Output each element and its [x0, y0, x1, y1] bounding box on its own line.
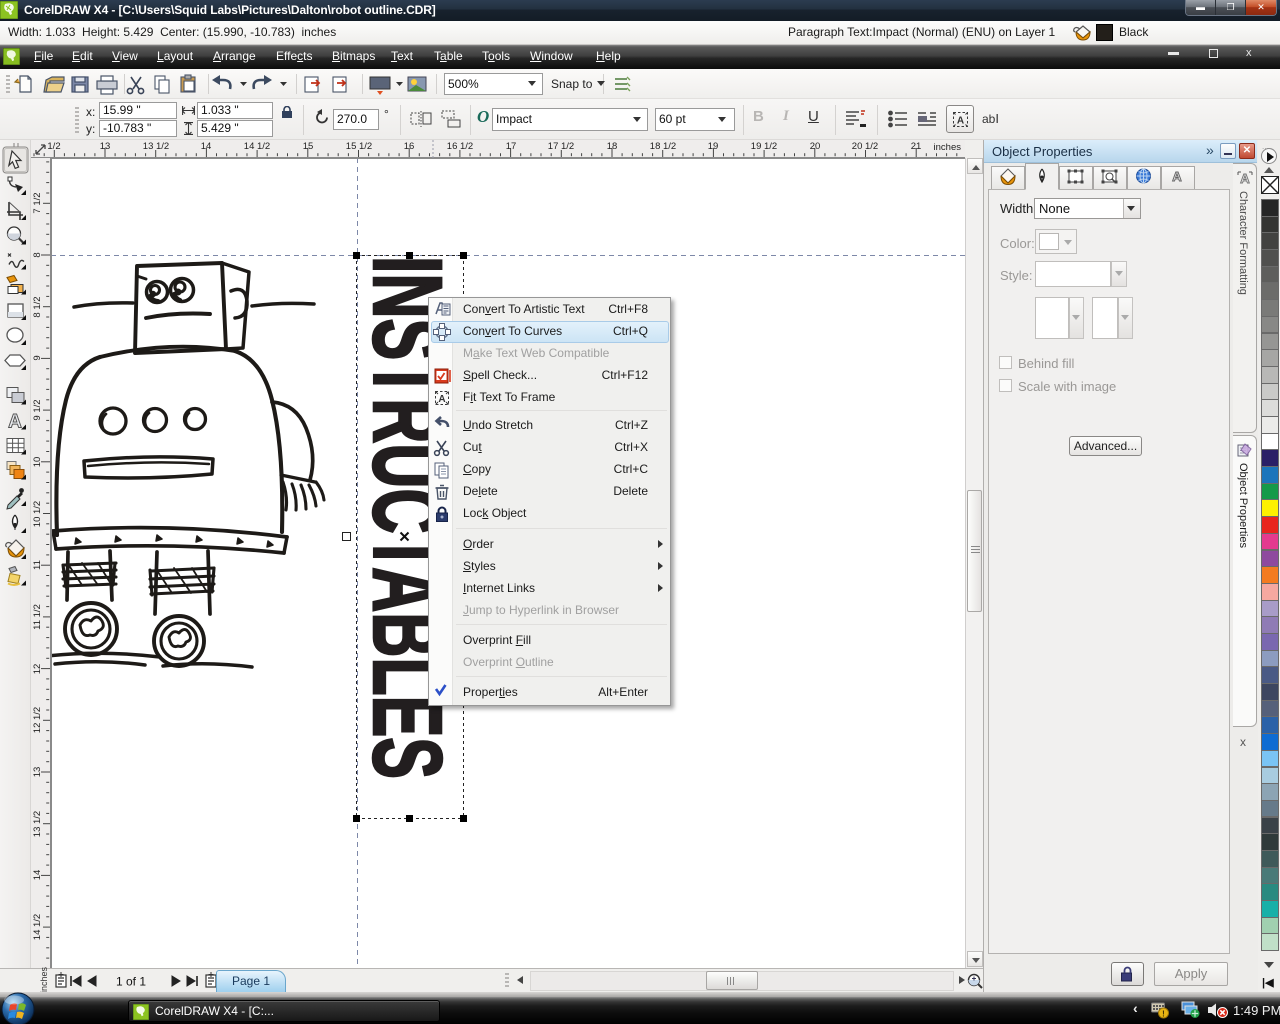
svg-text:A: A — [957, 116, 964, 127]
svg-text:12 1/2: 12 1/2 — [32, 707, 43, 733]
svg-text:!: ! — [1162, 1010, 1165, 1019]
svg-text:10 1/2: 10 1/2 — [32, 501, 43, 527]
svg-text:A: A — [1172, 169, 1182, 184]
svg-text:20 1/2: 20 1/2 — [852, 141, 878, 152]
svg-text:16: 16 — [404, 141, 415, 152]
svg-text:20: 20 — [810, 141, 821, 152]
svg-text:A: A — [438, 394, 445, 405]
svg-text:13: 13 — [100, 141, 111, 152]
svg-text:12: 12 — [32, 664, 43, 675]
svg-text:19: 19 — [708, 141, 719, 152]
svg-text:17: 17 — [506, 141, 517, 152]
svg-text:8: 8 — [32, 252, 43, 257]
svg-text:14 1/2: 14 1/2 — [244, 141, 270, 152]
svg-text:18 1/2: 18 1/2 — [650, 141, 676, 152]
svg-text:1 of 1: 1 of 1 — [116, 975, 146, 989]
svg-text:9: 9 — [32, 355, 43, 360]
svg-text:17 1/2: 17 1/2 — [548, 141, 574, 152]
svg-text:11 1/2: 11 1/2 — [32, 604, 43, 630]
svg-text:9 1/2: 9 1/2 — [32, 399, 43, 420]
svg-text:14 1/2: 14 1/2 — [32, 914, 43, 940]
svg-text:10: 10 — [32, 457, 43, 468]
svg-text:11: 11 — [32, 560, 43, 570]
svg-text:14: 14 — [32, 870, 43, 881]
svg-text:19 1/2: 19 1/2 — [751, 141, 777, 152]
svg-text:1/2: 1/2 — [47, 141, 60, 152]
svg-text:21: 21 — [911, 141, 922, 152]
svg-text:13: 13 — [32, 767, 43, 778]
svg-text:15 1/2: 15 1/2 — [346, 141, 372, 152]
svg-text:8 1/2: 8 1/2 — [32, 296, 43, 317]
svg-text:7 1/2: 7 1/2 — [32, 192, 43, 213]
svg-text:A: A — [1240, 171, 1250, 186]
svg-text:15: 15 — [303, 141, 314, 152]
svg-text:18: 18 — [607, 141, 618, 152]
svg-text:16 1/2: 16 1/2 — [447, 141, 473, 152]
svg-text:13 1/2: 13 1/2 — [32, 811, 43, 837]
svg-text:inches: inches — [934, 142, 962, 153]
svg-text:A: A — [8, 412, 22, 433]
svg-text:14: 14 — [201, 141, 212, 152]
svg-text:13 1/2: 13 1/2 — [143, 141, 169, 152]
